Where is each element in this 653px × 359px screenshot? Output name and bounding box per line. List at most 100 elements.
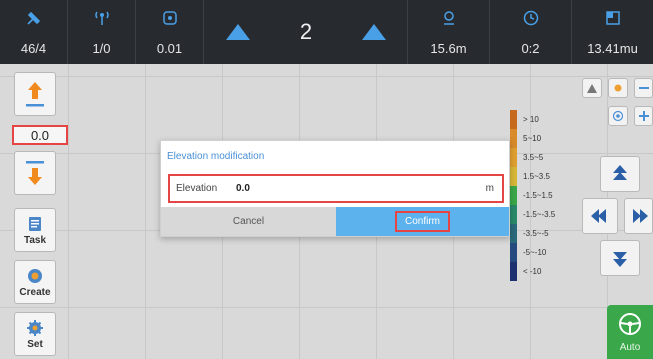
accuracy-status[interactable]: 0.01 [136,0,204,64]
area-icon [603,8,623,28]
antenna-icon [92,8,112,28]
line-number: 2 [299,19,313,44]
layer-button[interactable] [582,78,602,98]
double-arrow-up-icon [613,165,627,180]
legend-label: -1.5~1.5 [523,191,553,200]
settings-button[interactable]: Set [14,312,56,356]
legend-item: -3.5~-5 [510,224,568,243]
distance-status[interactable]: 15.6m [408,0,490,64]
legend-swatch [510,186,517,205]
elevation-input[interactable]: 0.0 [236,183,486,194]
cancel-button[interactable]: Cancel [161,207,336,236]
move-left-button[interactable] [582,198,618,234]
line-number-display: 2 [272,0,340,64]
legend-label: -1.5~-3.5 [523,210,556,219]
precision-icon [160,8,180,28]
elevation-legend: > 10 5~10 3.5~5 1.5~3.5 -1.5~1.5 -1.5~-3… [510,110,568,281]
mountain-icon [587,84,597,93]
confirm-button[interactable]: Confirm [336,207,509,236]
zoom-in-button[interactable] [634,106,653,126]
legend-item: 5~10 [510,129,568,148]
legend-item: -5~-10 [510,243,568,262]
elevation-modification-dialog: Elevation modification Elevation 0.0 m C… [160,140,510,237]
confirm-label: Confirm [394,211,450,232]
legend-item: 1.5~3.5 [510,167,568,186]
satellite-icon [24,8,44,28]
legend-swatch [510,205,517,224]
set-label: Set [27,338,43,350]
location-pin-icon [439,8,459,28]
legend-label: -3.5~-5 [523,229,549,238]
auto-steer-button[interactable]: Auto [607,305,653,359]
create-icon [28,268,42,283]
zoom-out-button[interactable] [634,78,653,98]
legend-swatch [510,243,517,262]
status-bar: 46/4 1/0 0.01 2 15.6m 0:2 13.41mu [0,0,653,64]
move-down-button[interactable] [600,240,640,276]
time-status[interactable]: 0:2 [490,0,572,64]
arrow-up-icon [26,82,44,107]
minus-icon [638,87,649,89]
task-button[interactable]: Task [14,208,56,252]
legend-label: > 10 [523,115,539,124]
display-mode-button[interactable] [608,78,628,98]
sun-icon [614,84,622,92]
time-value: 0:2 [521,41,540,56]
legend-item: 3.5~5 [510,148,568,167]
elevation-value-display[interactable]: 0.0 [12,125,68,145]
triangle-up-icon [226,24,250,40]
distance-value: 15.6m [430,41,467,56]
area-value: 13.41mu [587,41,638,56]
create-button[interactable]: Create [14,260,56,304]
legend-label: < -10 [523,267,542,276]
clock-icon [521,8,541,28]
plus-icon [638,111,649,121]
legend-label: 3.5~5 [523,153,544,162]
legend-swatch [510,224,517,243]
legend-item: > 10 [510,110,568,129]
cancel-label: Cancel [232,216,265,227]
elevation-value: 0.0 [30,127,50,143]
legend-label: 5~10 [523,134,542,143]
legend-item: -1.5~-3.5 [510,205,568,224]
task-label: Task [23,234,47,246]
move-right-button[interactable] [624,198,653,234]
raise-elevation-button[interactable] [14,72,56,116]
legend-swatch [510,262,517,281]
double-arrow-left-icon [591,209,606,223]
target-icon [612,110,624,122]
signal-value: 1/0 [92,41,111,56]
area-status[interactable]: 13.41mu [572,0,653,64]
dialog-actions: Cancel Confirm [161,207,509,236]
legend-label: 1.5~3.5 [523,172,550,181]
double-arrow-right-icon [632,209,648,223]
dialog-title: Elevation modification [167,151,265,162]
satellite-count: 46/4 [20,41,47,56]
double-arrow-down-icon [613,252,627,267]
satellite-status[interactable]: 46/4 [0,0,68,64]
signal-status[interactable]: 1/0 [68,0,136,64]
create-label: Create [19,286,51,298]
triangle-up-icon [361,24,386,40]
steering-wheel-icon [619,312,641,335]
accuracy-value: 0.01 [156,41,183,56]
lower-elevation-button[interactable] [14,151,56,195]
legend-item: -1.5~1.5 [510,186,568,205]
task-icon [29,216,41,231]
elevation-unit: m [485,183,494,194]
legend-swatch [510,129,517,148]
locate-button[interactable] [608,106,628,126]
arrow-down-icon [26,161,44,185]
elevation-field[interactable]: Elevation 0.0 m [168,174,504,203]
legend-item: < -10 [510,262,568,281]
move-up-button[interactable] [600,156,640,192]
legend-swatch [510,110,517,129]
next-line-button[interactable] [340,0,408,64]
prev-line-button[interactable] [204,0,272,64]
auto-label: Auto [619,341,641,353]
elevation-field-label: Elevation [176,183,218,194]
legend-swatch [510,148,517,167]
gear-icon [27,319,43,336]
legend-label: -5~-10 [523,248,547,257]
legend-swatch [510,167,517,186]
